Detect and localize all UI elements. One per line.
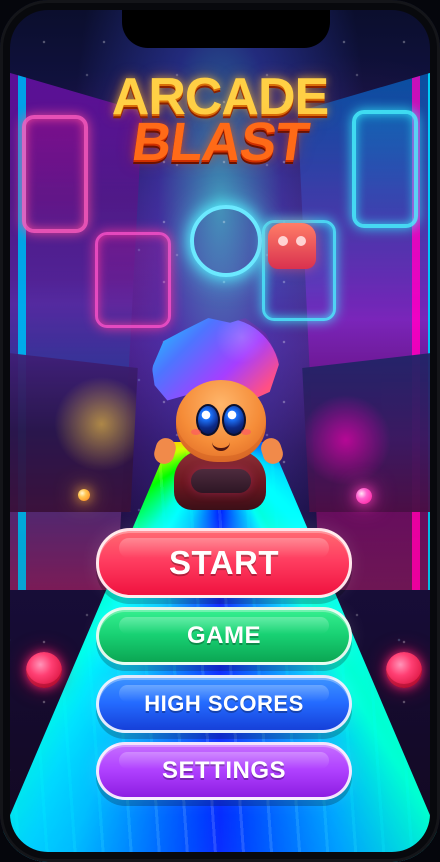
high-scores-button[interactable]: HIGH SCORES (96, 675, 352, 733)
mascot-left-hand (151, 435, 179, 467)
left-orb-button-icon[interactable] (26, 652, 62, 688)
glowing-orb-right (356, 488, 372, 504)
left-arcade-booth (0, 352, 138, 512)
glowing-orb-left (78, 489, 90, 501)
mascot-right-hand (258, 435, 286, 467)
game-button[interactable]: GAME (96, 607, 352, 665)
settings-button[interactable]: SETTINGS (96, 742, 352, 800)
game-controller-icon (191, 469, 251, 493)
mascot-mouth (212, 438, 230, 451)
start-button[interactable]: START (96, 528, 352, 598)
mascot-left-cheek (191, 429, 201, 435)
mascot-character-icon (144, 308, 294, 518)
floating-robot-icon (268, 223, 316, 269)
game-screen: ARCADE BLAST START GAME HIGH SCORES SETT… (0, 0, 440, 862)
phone-notch (122, 0, 330, 48)
game-title: ARCADE BLAST (0, 71, 440, 172)
mascot-face (176, 380, 266, 462)
mascot-right-cheek (241, 429, 251, 435)
portal-ring-icon (190, 205, 262, 277)
right-orb-button-icon[interactable] (386, 652, 422, 688)
title-line-2: BLAST (128, 111, 312, 172)
